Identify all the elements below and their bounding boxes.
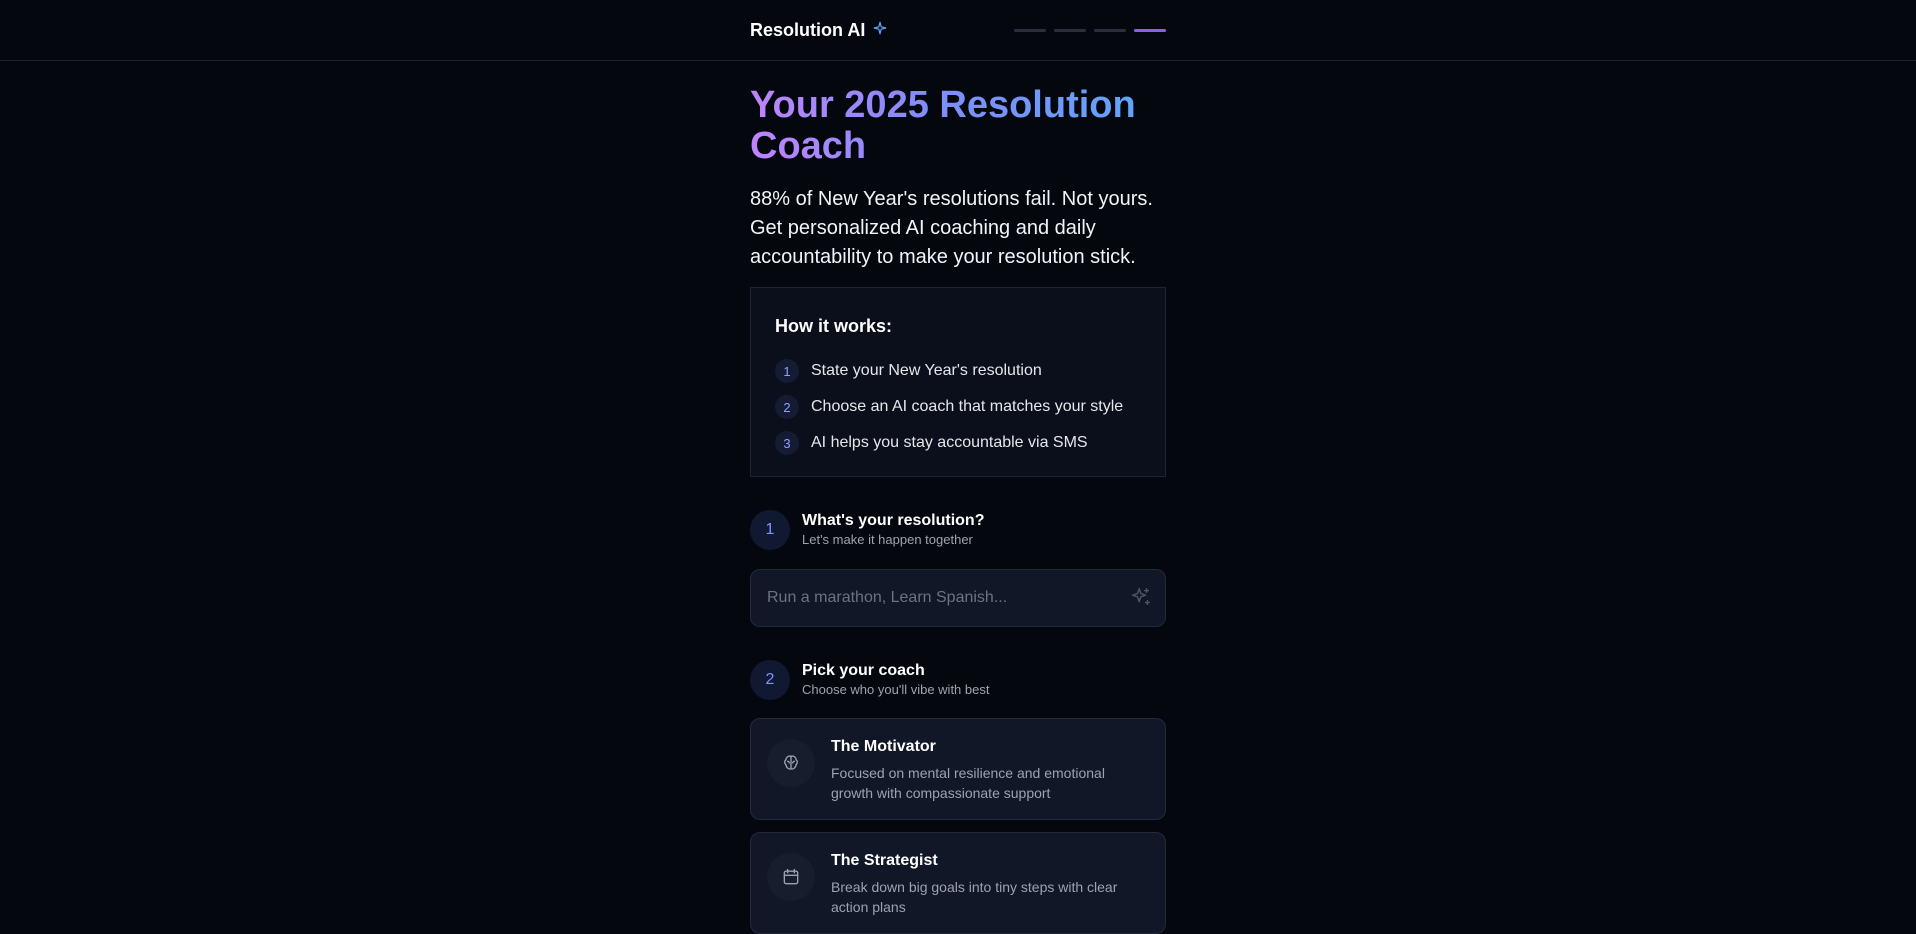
how-step-number: 3	[775, 431, 799, 455]
top-bar: Resolution AI	[0, 0, 1916, 61]
step-2-header: 2 Pick your coach Choose who you'll vibe…	[750, 660, 1166, 700]
progress-step-4	[1134, 28, 1166, 32]
coach-info: The Strategist Break down big goals into…	[831, 851, 1145, 917]
brand-name: Resolution AI	[750, 19, 866, 40]
coach-card-motivator[interactable]: The Motivator Focused on mental resilien…	[750, 718, 1166, 820]
how-it-works-box: How it works: 1 State your New Year's re…	[750, 287, 1166, 477]
page-subtitle: 88% of New Year's resolutions fail. Not …	[750, 188, 1153, 268]
step-1-title: What's your resolution?	[802, 512, 985, 529]
coach-name: The Strategist	[831, 852, 938, 869]
resolution-input[interactable]	[750, 569, 1166, 627]
how-step: 3 AI helps you stay accountable via SMS	[775, 425, 1141, 461]
coach-card-strategist[interactable]: The Strategist Break down big goals into…	[750, 832, 1166, 934]
coach-description: Focused on mental resilience and emotion…	[831, 765, 1105, 801]
onboarding-progress	[1014, 28, 1166, 32]
main-content: Your 2025 Resolution Coach 88% of New Ye…	[750, 61, 1166, 934]
how-it-works-title: How it works:	[775, 316, 893, 336]
progress-step-1	[1014, 28, 1046, 32]
step-2-number: 2	[750, 660, 790, 700]
sparkles-icon[interactable]	[1130, 586, 1152, 608]
how-step-text: State your New Year's resolution	[811, 362, 1042, 379]
coach-name: The Motivator	[831, 738, 936, 755]
how-step: 2 Choose an AI coach that matches your s…	[775, 389, 1141, 425]
step-2-heading: Pick your coach Choose who you'll vibe w…	[802, 661, 989, 699]
step-2-subtitle: Choose who you'll vibe with best	[802, 682, 990, 697]
page-title: Your 2025 Resolution Coach	[750, 85, 1150, 167]
how-step-number: 1	[775, 359, 799, 383]
resolution-input-wrapper	[750, 569, 1166, 627]
progress-step-3	[1094, 28, 1126, 32]
progress-step-2	[1054, 28, 1086, 32]
brand-logo[interactable]: Resolution AI	[750, 20, 887, 41]
how-step-number: 2	[775, 395, 799, 419]
how-step-text: Choose an AI coach that matches your sty…	[811, 398, 1124, 415]
step-1-header: 1 What's your resolution? Let's make it …	[750, 510, 1166, 550]
calendar-icon	[767, 853, 815, 901]
step-1-heading: What's your resolution? Let's make it ha…	[802, 511, 984, 549]
coach-description: Break down big goals into tiny steps wit…	[831, 879, 1118, 915]
brain-icon	[767, 739, 815, 787]
how-step: 1 State your New Year's resolution	[775, 353, 1141, 389]
top-bar-inner: Resolution AI	[750, 0, 1166, 60]
step-1-subtitle: Let's make it happen together	[802, 532, 973, 547]
step-2-title: Pick your coach	[802, 662, 925, 679]
sparkle-icon	[873, 21, 887, 39]
step-1-number: 1	[750, 510, 790, 550]
how-step-text: AI helps you stay accountable via SMS	[811, 434, 1088, 451]
coach-info: The Motivator Focused on mental resilien…	[831, 737, 1145, 803]
